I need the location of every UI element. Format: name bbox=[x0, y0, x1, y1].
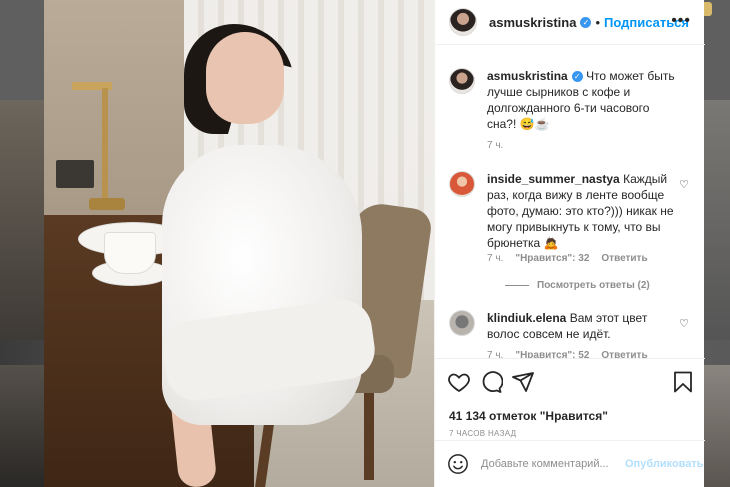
caption-author-avatar[interactable] bbox=[449, 68, 475, 94]
add-comment-bar: Опубликовать bbox=[435, 440, 705, 487]
author-avatar[interactable] bbox=[449, 8, 477, 36]
post-header: asmuskristina ✓ • Подписаться ••• bbox=[435, 0, 705, 45]
verified-badge-icon: ✓ bbox=[580, 16, 592, 28]
bookmark-icon[interactable] bbox=[671, 370, 695, 394]
reply-button[interactable]: Ответить bbox=[601, 253, 647, 264]
comment-likes[interactable]: "Нравится": 32 bbox=[515, 253, 589, 264]
background-post-thumbnail bbox=[704, 100, 730, 340]
comment-item: inside_summer_nastya Каждый раз, когда в… bbox=[449, 171, 695, 251]
more-icon[interactable]: ••• bbox=[671, 12, 691, 30]
comment-meta: 7 ч. "Нравится": 52 Ответить bbox=[487, 350, 648, 358]
background-post-thumbnail bbox=[0, 365, 44, 487]
post-photo[interactable] bbox=[44, 0, 434, 487]
view-replies-label: Посмотреть ответы (2) bbox=[537, 280, 650, 291]
comment-item: klindiuk.elena Вам этот цвет волос совсе… bbox=[449, 310, 695, 342]
background-post-thumbnail bbox=[704, 365, 730, 487]
comment-icon[interactable] bbox=[479, 370, 503, 394]
commenter-avatar[interactable] bbox=[449, 171, 475, 197]
post-details-panel: asmuskristina ✓ • Подписаться ••• asmusk… bbox=[434, 0, 705, 487]
comment-input[interactable] bbox=[481, 458, 621, 470]
comments-list[interactable]: asmuskristina ✓ Что может быть лучше сырн… bbox=[435, 46, 705, 358]
verified-badge-icon: ✓ bbox=[571, 71, 583, 82]
comment-meta: 7 ч. "Нравится": 32 Ответить bbox=[487, 253, 648, 264]
comment-like-icon[interactable]: ♡ bbox=[679, 317, 689, 330]
commenter-avatar[interactable] bbox=[449, 310, 475, 336]
caption: asmuskristina ✓ Что может быть лучше сырн… bbox=[449, 68, 695, 132]
author-username[interactable]: asmuskristina bbox=[489, 15, 576, 30]
post-time[interactable]: 7 ЧАСОВ НАЗАД bbox=[449, 429, 516, 438]
comment-time[interactable]: 7 ч. bbox=[487, 253, 503, 264]
caption-meta: 7 ч. bbox=[487, 140, 503, 151]
comment-author[interactable]: inside_summer_nastya bbox=[487, 172, 620, 186]
background-post-thumbnail bbox=[0, 100, 44, 340]
comment-likes[interactable]: "Нравится": 52 bbox=[515, 350, 589, 358]
separator-dot: • bbox=[595, 14, 600, 30]
reply-button[interactable]: Ответить bbox=[601, 350, 647, 358]
likes-count[interactable]: 41 134 отметок "Нравится" bbox=[449, 409, 608, 423]
comment-time[interactable]: 7 ч. bbox=[487, 350, 503, 358]
caption-author[interactable]: asmuskristina bbox=[487, 69, 568, 83]
post-modal: asmuskristina ✓ • Подписаться ••• asmusk… bbox=[44, 0, 705, 487]
comment-like-icon[interactable]: ♡ bbox=[679, 178, 689, 191]
view-replies-button[interactable]: Посмотреть ответы (2) bbox=[505, 280, 650, 291]
publish-button[interactable]: Опубликовать bbox=[625, 458, 704, 470]
share-icon[interactable] bbox=[511, 370, 535, 394]
comment-author[interactable]: klindiuk.elena bbox=[487, 311, 566, 325]
heart-icon[interactable] bbox=[447, 370, 471, 394]
caption-time[interactable]: 7 ч. bbox=[487, 140, 503, 151]
emoji-icon[interactable] bbox=[447, 453, 469, 475]
